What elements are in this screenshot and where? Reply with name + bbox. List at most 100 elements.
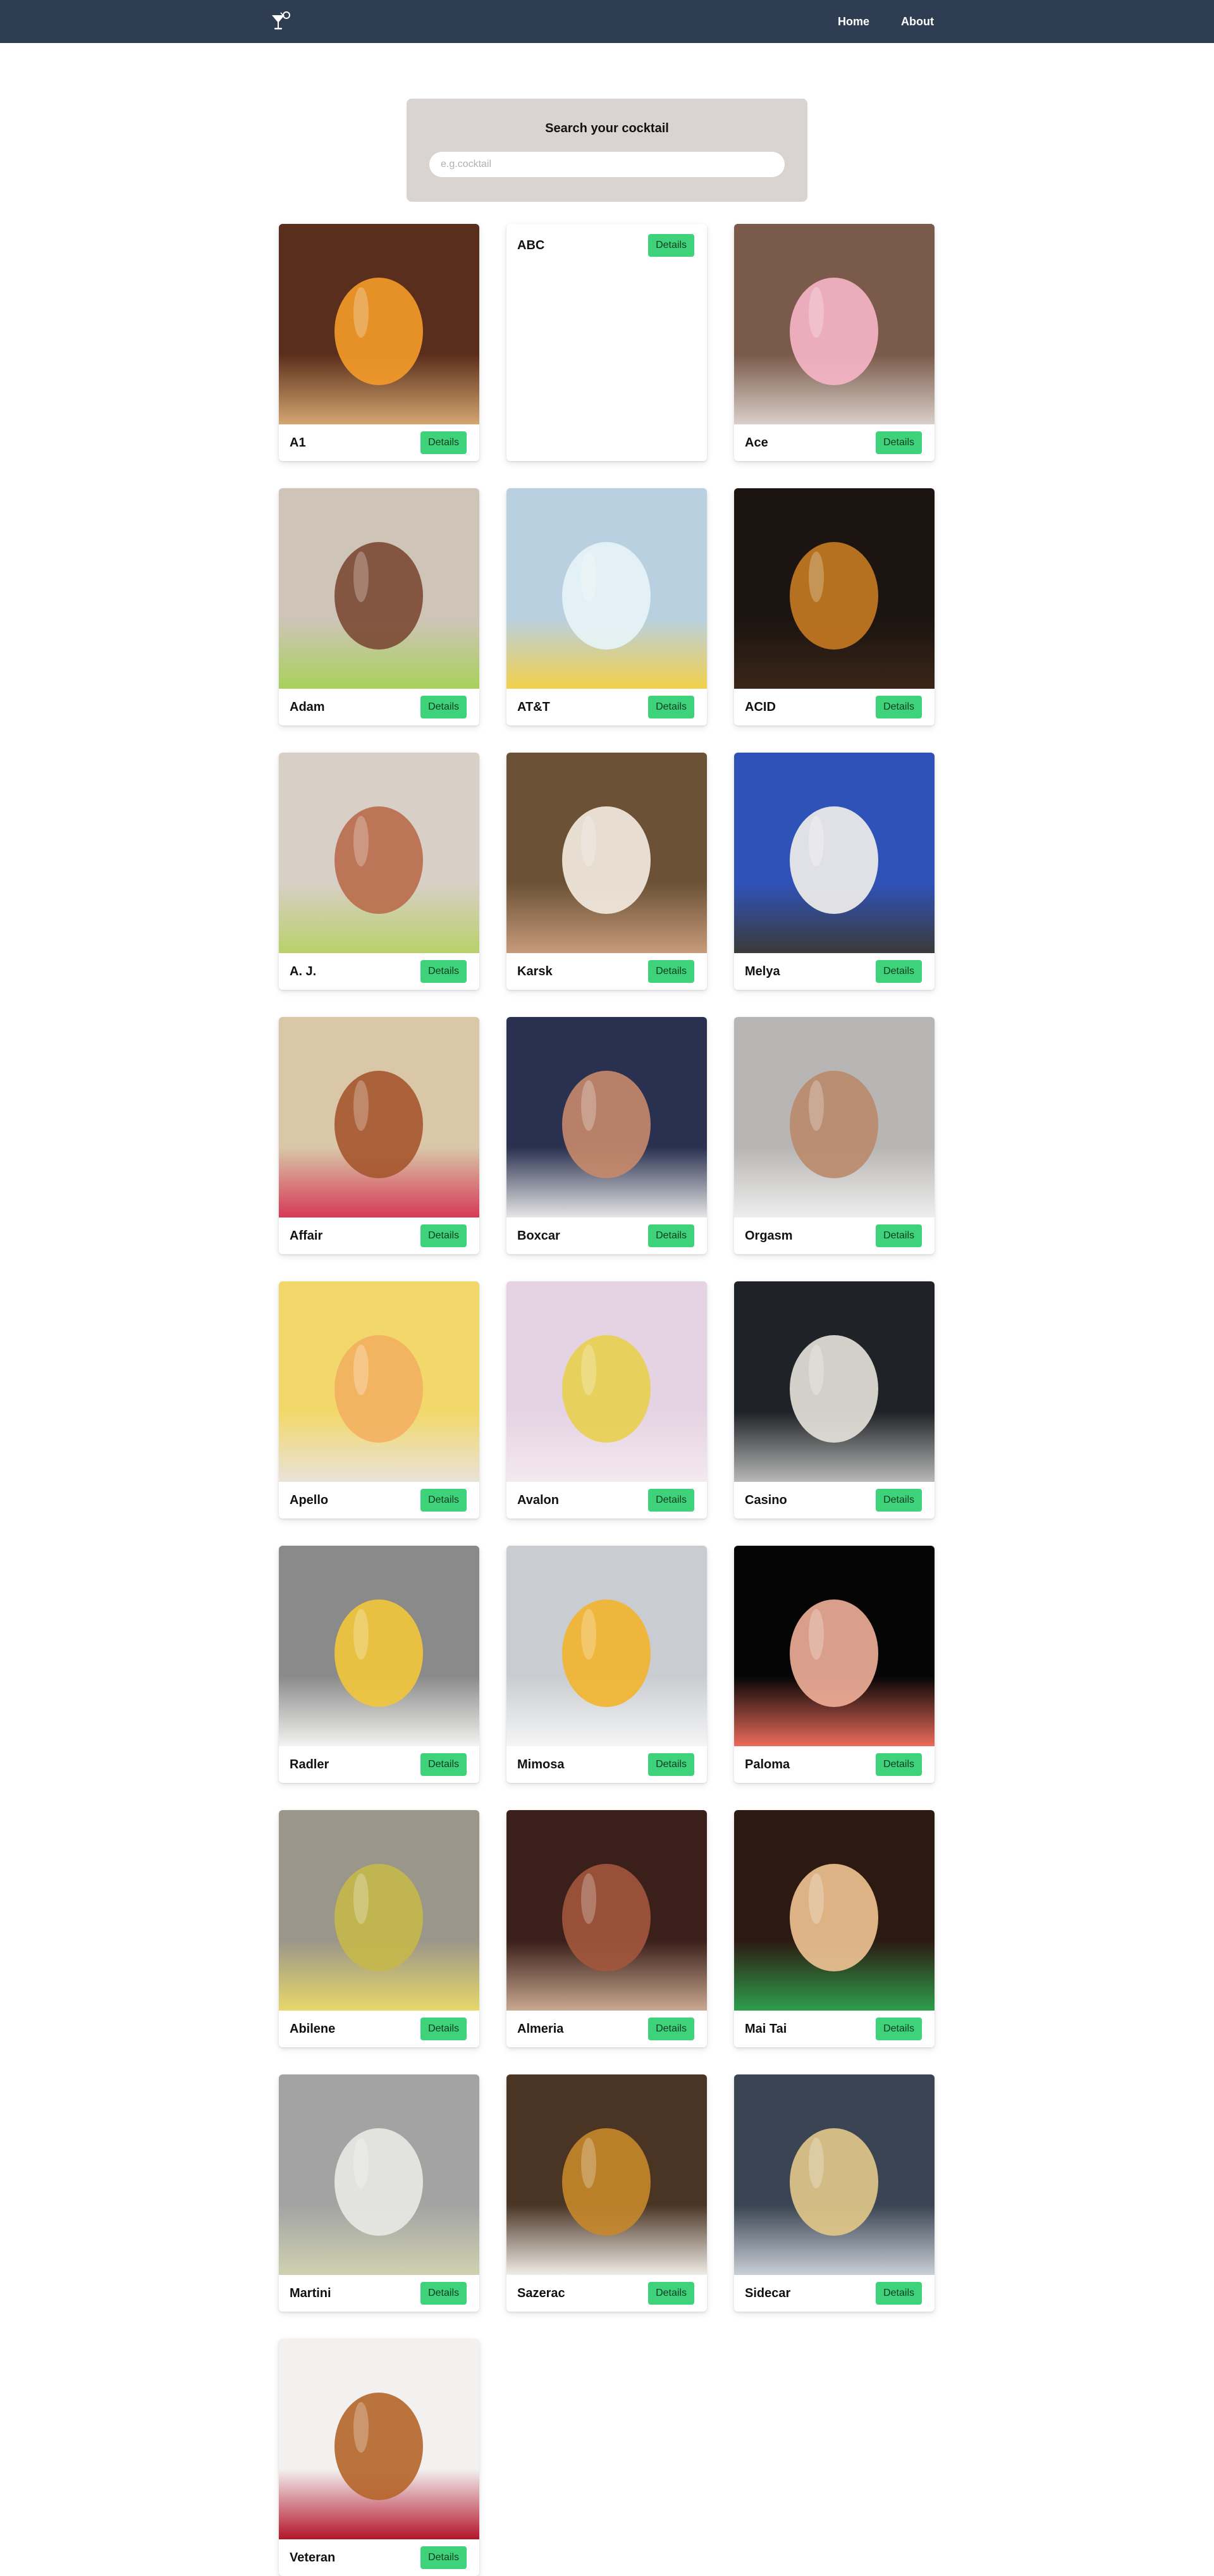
cocktail-card: Veteran Details — [279, 2339, 479, 2576]
details-button[interactable]: Details — [420, 431, 467, 454]
cocktail-image — [279, 224, 479, 424]
cocktail-name: Melya — [745, 964, 780, 978]
details-button[interactable]: Details — [648, 1753, 694, 1776]
details-button[interactable]: Details — [648, 1224, 694, 1247]
card-footer: Karsk Details — [506, 953, 707, 990]
details-button[interactable]: Details — [876, 431, 922, 454]
details-button[interactable]: Details — [648, 960, 694, 983]
cocktail-name: Affair — [290, 1228, 323, 1243]
cocktail-image — [734, 224, 935, 424]
cocktail-card: Boxcar Details — [506, 1017, 707, 1254]
cocktail-card: Karsk Details — [506, 753, 707, 990]
details-button[interactable]: Details — [648, 2018, 694, 2040]
cocktail-name: Casino — [745, 1493, 787, 1507]
details-button[interactable]: Details — [648, 696, 694, 718]
card-footer: Orgasm Details — [734, 1217, 935, 1254]
cocktail-card: Adam Details — [279, 488, 479, 725]
cocktail-name: Paloma — [745, 1757, 790, 1772]
details-button[interactable]: Details — [420, 2018, 467, 2040]
cocktail-name: A. J. — [290, 964, 317, 978]
cocktail-name: Karsk — [517, 964, 553, 978]
cocktail-name: Abilene — [290, 2021, 336, 2036]
cocktail-name: A1 — [290, 435, 306, 450]
search-input[interactable] — [429, 152, 785, 177]
cocktail-image — [279, 753, 479, 953]
details-button[interactable]: Details — [420, 696, 467, 718]
cocktail-name: Sazerac — [517, 2286, 565, 2300]
card-footer: Mimosa Details — [506, 1746, 707, 1783]
cocktail-name: Apello — [290, 1493, 329, 1507]
cocktail-name: Sidecar — [745, 2286, 791, 2300]
cocktail-card: Mimosa Details — [506, 1546, 707, 1783]
details-button[interactable]: Details — [876, 2018, 922, 2040]
cocktail-card: ACID Details — [734, 488, 935, 725]
card-footer: A1 Details — [279, 424, 479, 461]
cocktail-name: Orgasm — [745, 1228, 793, 1243]
cocktail-card: Ace Details — [734, 224, 935, 461]
cocktail-image — [734, 1017, 935, 1217]
card-footer: Avalon Details — [506, 1482, 707, 1519]
cocktail-name: ACID — [745, 699, 776, 714]
nav-about-link[interactable]: About — [901, 15, 934, 28]
details-button[interactable]: Details — [876, 696, 922, 718]
card-footer: Apello Details — [279, 1482, 479, 1519]
nav-home-link[interactable]: Home — [838, 15, 869, 28]
details-button[interactable]: Details — [876, 2282, 922, 2305]
details-button[interactable]: Details — [648, 1489, 694, 1512]
cocktail-image — [734, 1281, 935, 1482]
search-label: Search your cocktail — [545, 121, 669, 135]
navbar: Home About — [0, 0, 1214, 43]
card-footer: AT&T Details — [506, 689, 707, 725]
cocktail-card: Affair Details — [279, 1017, 479, 1254]
card-footer: ACID Details — [734, 689, 935, 725]
cocktail-image — [279, 488, 479, 689]
details-button[interactable]: Details — [648, 234, 694, 257]
cocktail-image — [506, 2074, 707, 2275]
cocktail-name: Radler — [290, 1757, 329, 1772]
cocktail-image — [279, 1017, 479, 1217]
cocktail-image — [279, 2074, 479, 2275]
cocktail-image — [279, 1281, 479, 1482]
card-footer: Ace Details — [734, 424, 935, 461]
cocktail-image — [734, 753, 935, 953]
cocktail-grid: A1 Details ABC Details Ace Details Adam Details… — [279, 224, 936, 2576]
cocktail-card: Almeria Details — [506, 1810, 707, 2047]
details-button[interactable]: Details — [876, 960, 922, 983]
details-button[interactable]: Details — [420, 1489, 467, 1512]
card-footer: Paloma Details — [734, 1746, 935, 1783]
details-button[interactable]: Details — [420, 1753, 467, 1776]
cocktail-card: Casino Details — [734, 1281, 935, 1519]
card-footer: Abilene Details — [279, 2011, 479, 2047]
cocktail-image — [506, 1281, 707, 1482]
details-button[interactable]: Details — [648, 2282, 694, 2305]
card-footer: Sazerac Details — [506, 2275, 707, 2312]
details-button[interactable]: Details — [876, 1753, 922, 1776]
cocktail-card: A1 Details — [279, 224, 479, 461]
details-button[interactable]: Details — [420, 960, 467, 983]
cocktail-glass-icon[interactable] — [268, 9, 293, 34]
search-panel: Search your cocktail — [407, 99, 807, 202]
card-footer: Casino Details — [734, 1482, 935, 1519]
cocktail-name: Mai Tai — [745, 2021, 787, 2036]
cocktail-image — [734, 2074, 935, 2275]
details-button[interactable]: Details — [420, 1224, 467, 1247]
details-button[interactable]: Details — [876, 1224, 922, 1247]
cocktail-card: Melya Details — [734, 753, 935, 990]
cocktail-image — [506, 753, 707, 953]
card-footer: Affair Details — [279, 1217, 479, 1254]
card-footer: ABC Details — [506, 224, 707, 261]
details-button[interactable]: Details — [876, 1489, 922, 1512]
cocktail-name: Boxcar — [517, 1228, 560, 1243]
card-footer: A. J. Details — [279, 953, 479, 990]
cocktail-card: Paloma Details — [734, 1546, 935, 1783]
nav-links: Home About — [838, 0, 934, 43]
cocktail-card: Sazerac Details — [506, 2074, 707, 2312]
cocktail-image — [506, 1546, 707, 1746]
card-footer: Adam Details — [279, 689, 479, 725]
details-button[interactable]: Details — [420, 2282, 467, 2305]
cocktail-name: AT&T — [517, 699, 550, 714]
details-button[interactable]: Details — [420, 2546, 467, 2569]
cocktail-name: Mimosa — [517, 1757, 565, 1772]
cocktail-card: Abilene Details — [279, 1810, 479, 2047]
cocktail-name: Ace — [745, 435, 768, 450]
